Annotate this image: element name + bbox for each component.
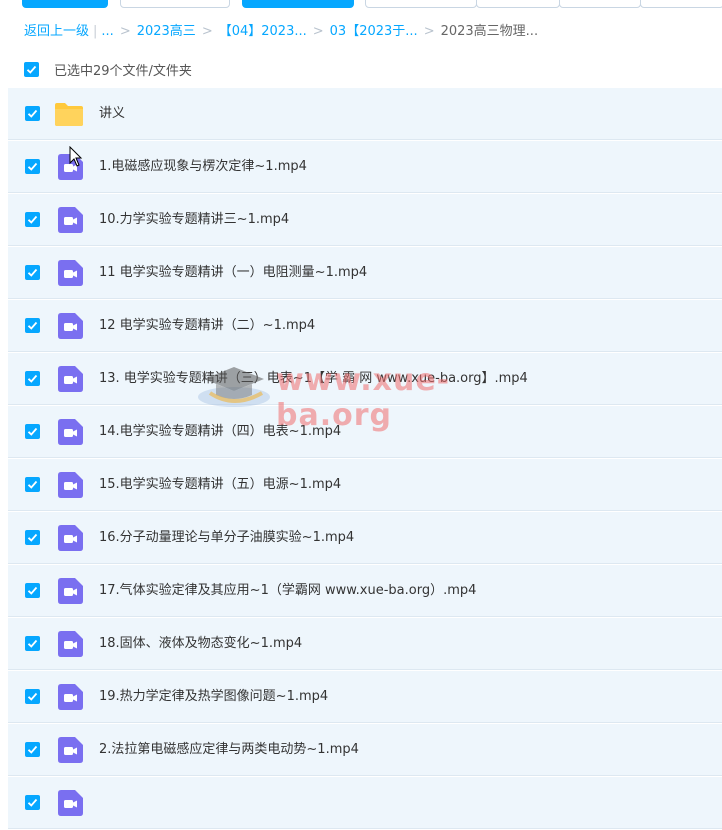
file-list: 讲义 1.电磁感应现象与楞次定律~1.mp4 10.力学实验专题精讲三~1.mp4 1… xyxy=(8,88,722,830)
toolbar-button-4[interactable] xyxy=(559,0,641,8)
file-checkbox[interactable] xyxy=(25,265,40,280)
file-row[interactable]: 讲义 xyxy=(8,88,722,140)
file-checkbox[interactable] xyxy=(25,371,40,386)
select-all-checkbox[interactable] xyxy=(24,62,39,77)
file-name[interactable]: 17.气体实验定律及其应用~1（学霸网 www.xue-ba.org）.mp4 xyxy=(99,565,476,616)
video-file-icon xyxy=(58,631,83,657)
file-name[interactable]: 12 电学实验专题精讲（二）~1.mp4 xyxy=(99,300,315,351)
breadcrumb: 返回上一级 |... >2023高三 > 【04】2023... >03【2023于...… xyxy=(24,24,539,39)
video-file-icon xyxy=(58,260,83,286)
file-name[interactable]: 14.电学实验专题精讲（四）电表~1.mp4 xyxy=(99,406,341,457)
file-name[interactable]: 18.固体、液体及物态变化~1.mp4 xyxy=(99,618,302,669)
file-checkbox[interactable] xyxy=(25,159,40,174)
video-file-icon xyxy=(58,578,83,604)
file-checkbox[interactable] xyxy=(25,424,40,439)
toolbar-button-2[interactable] xyxy=(365,0,477,8)
file-row[interactable] xyxy=(8,777,722,829)
mouse-cursor-icon xyxy=(69,146,83,167)
file-row[interactable]: 11 电学实验专题精讲（一）电阻测量~1.mp4 xyxy=(8,247,722,299)
file-checkbox[interactable] xyxy=(25,689,40,704)
file-row[interactable]: 10.力学实验专题精讲三~1.mp4 xyxy=(8,194,722,246)
file-checkbox[interactable] xyxy=(25,583,40,598)
file-row[interactable]: 17.气体实验定律及其应用~1（学霸网 www.xue-ba.org）.mp4 xyxy=(8,565,722,617)
video-file-icon xyxy=(58,737,83,763)
file-row[interactable]: 16.分子动量理论与单分子油膜实验~1.mp4 xyxy=(8,512,722,564)
video-file-icon xyxy=(58,419,83,445)
file-name[interactable]: 2.法拉第电磁感应定律与两类电动势~1.mp4 xyxy=(99,724,359,775)
toolbar xyxy=(0,0,722,9)
toolbar-button-5[interactable] xyxy=(640,0,722,8)
file-name[interactable]: 13. 电学实验专题精讲（三）电表~1【学 霸 网 www.xue-ba.org… xyxy=(99,353,528,404)
toolbar-button[interactable] xyxy=(120,0,230,8)
file-name[interactable]: 15.电学实验专题精讲（五）电源~1.mp4 xyxy=(99,459,341,510)
file-checkbox[interactable] xyxy=(25,530,40,545)
file-name[interactable]: 16.分子动量理论与单分子油膜实验~1.mp4 xyxy=(99,512,354,563)
file-row[interactable]: 18.固体、液体及物态变化~1.mp4 xyxy=(8,618,722,670)
breadcrumb-item-1[interactable]: 2023高三 xyxy=(137,24,196,39)
file-checkbox[interactable] xyxy=(25,636,40,651)
video-file-icon xyxy=(58,313,83,339)
file-row[interactable]: 12 电学实验专题精讲（二）~1.mp4 xyxy=(8,300,722,352)
file-row[interactable]: 14.电学实验专题精讲（四）电表~1.mp4 xyxy=(8,406,722,458)
file-row[interactable]: 19.热力学定律及热学图像问题~1.mp4 xyxy=(8,671,722,723)
video-file-icon xyxy=(58,684,83,710)
breadcrumb-item-3[interactable]: 03【2023于... xyxy=(330,24,418,39)
file-name[interactable]: 讲义 xyxy=(99,88,125,139)
video-file-icon xyxy=(58,790,83,816)
toolbar-button-primary-2[interactable] xyxy=(242,0,354,8)
file-row[interactable]: 13. 电学实验专题精讲（三）电表~1【学 霸 网 www.xue-ba.org… xyxy=(8,353,722,405)
file-checkbox[interactable] xyxy=(25,212,40,227)
video-file-icon xyxy=(58,207,83,233)
file-checkbox[interactable] xyxy=(25,318,40,333)
file-name[interactable]: 11 电学实验专题精讲（一）电阻测量~1.mp4 xyxy=(99,247,367,298)
breadcrumb-item-2[interactable]: 【04】2023... xyxy=(219,24,307,39)
file-checkbox[interactable] xyxy=(25,795,40,810)
selection-count-label: 已选中29个文件/文件夹 xyxy=(54,64,192,79)
breadcrumb-ellipsis[interactable]: ... xyxy=(101,24,113,39)
video-file-icon xyxy=(58,525,83,551)
file-name[interactable]: 10.力学实验专题精讲三~1.mp4 xyxy=(99,194,289,245)
toolbar-button-primary[interactable] xyxy=(22,0,108,8)
file-row[interactable]: 15.电学实验专题精讲（五）电源~1.mp4 xyxy=(8,459,722,511)
file-row[interactable]: 2.法拉第电磁感应定律与两类电动势~1.mp4 xyxy=(8,724,722,776)
folder-icon xyxy=(54,101,83,127)
breadcrumb-current: 2023高三物理... xyxy=(440,24,539,39)
file-checkbox[interactable] xyxy=(25,742,40,757)
toolbar-button-3[interactable] xyxy=(476,0,560,8)
file-checkbox[interactable] xyxy=(25,106,40,121)
file-name[interactable]: 1.电磁感应现象与楞次定律~1.mp4 xyxy=(99,141,307,192)
back-link[interactable]: 返回上一级 xyxy=(24,24,89,39)
file-checkbox[interactable] xyxy=(25,477,40,492)
file-name[interactable]: 19.热力学定律及热学图像问题~1.mp4 xyxy=(99,671,328,722)
video-file-icon xyxy=(58,366,83,392)
file-row[interactable]: 1.电磁感应现象与楞次定律~1.mp4 xyxy=(8,141,722,193)
video-file-icon xyxy=(58,472,83,498)
